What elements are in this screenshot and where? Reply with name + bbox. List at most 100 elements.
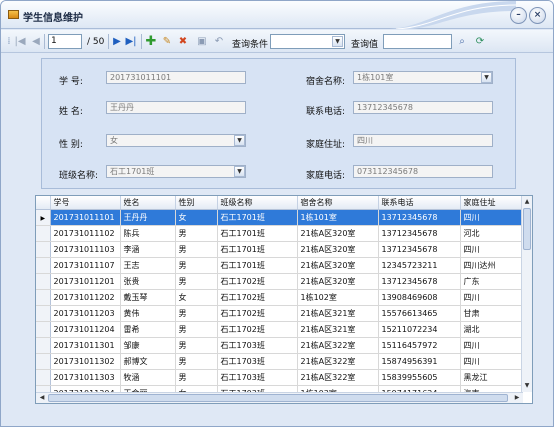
- table-cell[interactable]: 黑龙江: [460, 369, 523, 386]
- move-last-icon[interactable]: ▶|: [125, 35, 137, 48]
- table-cell[interactable]: 男: [175, 321, 218, 338]
- column-header[interactable]: 家庭住址: [460, 196, 523, 210]
- column-header[interactable]: 班级名称: [217, 196, 298, 210]
- row-header[interactable]: [36, 353, 51, 370]
- table-cell[interactable]: 21栋A区322室: [297, 353, 379, 370]
- table-row[interactable]: 201731011301 邹康男石工1703班 21栋A区322室 151164579…: [36, 337, 523, 354]
- table-cell[interactable]: 201731011101: [50, 209, 121, 226]
- table-row[interactable]: 201731011102 陈兵男石工1701班 21栋A区320室 137123456…: [36, 225, 523, 242]
- phone-field[interactable]: 13712345678: [353, 101, 493, 114]
- table-cell[interactable]: 12345723211: [378, 257, 461, 274]
- table-cell[interactable]: 广东: [460, 273, 523, 290]
- dorm-select[interactable]: 1栋101室 ▼: [353, 71, 493, 84]
- vertical-scroll-thumb[interactable]: [523, 208, 531, 250]
- name-field[interactable]: 王丹丹: [106, 101, 246, 114]
- table-row[interactable]: ▶ 201731011101 王丹丹女石工1701班 1栋101室 1371234567…: [36, 209, 523, 226]
- table-cell[interactable]: 15576613465: [378, 305, 461, 322]
- table-cell[interactable]: 21栋A区320室: [297, 273, 379, 290]
- search-icon[interactable]: ⌕: [456, 35, 468, 48]
- table-cell[interactable]: 黄伟: [120, 305, 176, 322]
- table-cell[interactable]: 河北: [460, 225, 523, 242]
- table-row[interactable]: 201731011203 黄伟男石工1702班 21栋A区321室 155766134…: [36, 305, 523, 322]
- row-header[interactable]: [36, 369, 51, 386]
- table-cell[interactable]: 石工1701班: [217, 241, 298, 258]
- table-cell[interactable]: 王志: [120, 257, 176, 274]
- gender-select[interactable]: 女 ▼: [106, 134, 246, 147]
- table-cell[interactable]: 男: [175, 273, 218, 290]
- table-cell[interactable]: 王丹丹: [120, 209, 176, 226]
- move-first-icon[interactable]: |◀: [14, 35, 26, 48]
- row-header[interactable]: ▶: [36, 209, 51, 226]
- table-cell[interactable]: 21栋A区322室: [297, 337, 379, 354]
- table-cell[interactable]: 13712345678: [378, 209, 461, 226]
- scroll-down-icon[interactable]: ▼: [522, 381, 532, 391]
- table-cell[interactable]: 15211072234: [378, 321, 461, 338]
- table-cell[interactable]: 男: [175, 225, 218, 242]
- table-cell[interactable]: 雷希: [120, 321, 176, 338]
- table-cell[interactable]: 石工1702班: [217, 289, 298, 306]
- edit-icon[interactable]: ✎: [161, 35, 173, 48]
- row-header[interactable]: [36, 225, 51, 242]
- table-cell[interactable]: 湖北: [460, 321, 523, 338]
- table-cell[interactable]: 戴玉琴: [120, 289, 176, 306]
- table-cell[interactable]: 石工1703班: [217, 369, 298, 386]
- table-cell[interactable]: 201731011201: [50, 273, 121, 290]
- row-header[interactable]: [36, 241, 51, 258]
- move-next-icon[interactable]: ▶: [112, 35, 122, 48]
- row-header[interactable]: [36, 321, 51, 338]
- query-value-input[interactable]: [383, 34, 452, 49]
- table-cell[interactable]: 201731011107: [50, 257, 121, 274]
- table-cell[interactable]: 21栋A区320室: [297, 225, 379, 242]
- table-cell[interactable]: 四川: [460, 289, 523, 306]
- move-previous-icon[interactable]: ◀: [31, 35, 41, 48]
- scroll-left-icon[interactable]: ◀: [37, 393, 47, 403]
- class-select[interactable]: 石工1701班 ▼: [106, 165, 246, 178]
- table-cell[interactable]: 石工1702班: [217, 321, 298, 338]
- table-cell[interactable]: 13712345678: [378, 241, 461, 258]
- table-cell[interactable]: 男: [175, 305, 218, 322]
- column-header[interactable]: 宿舍名称: [297, 196, 379, 210]
- table-cell[interactable]: 陈兵: [120, 225, 176, 242]
- table-cell[interactable]: 13908469608: [378, 289, 461, 306]
- table-cell[interactable]: 201731011301: [50, 337, 121, 354]
- table-cell[interactable]: 男: [175, 257, 218, 274]
- table-cell[interactable]: 21栋A区322室: [297, 369, 379, 386]
- table-cell[interactable]: 15839955605: [378, 369, 461, 386]
- table-cell[interactable]: 201731011103: [50, 241, 121, 258]
- home-phone-field[interactable]: 073112345678: [353, 165, 493, 178]
- vertical-scrollbar[interactable]: ▲ ▼: [521, 196, 532, 392]
- row-header[interactable]: [36, 305, 51, 322]
- table-cell[interactable]: 石工1703班: [217, 337, 298, 354]
- scroll-right-icon[interactable]: ▶: [512, 393, 522, 403]
- table-cell[interactable]: 201731011303: [50, 369, 121, 386]
- column-header[interactable]: 姓名: [120, 196, 176, 210]
- table-cell[interactable]: 甘肃: [460, 305, 523, 322]
- row-header[interactable]: [36, 337, 51, 354]
- table-cell[interactable]: 石工1703班: [217, 353, 298, 370]
- save-icon[interactable]: ▣: [196, 35, 208, 48]
- table-cell[interactable]: 四川: [460, 241, 523, 258]
- table-cell[interactable]: 张贵: [120, 273, 176, 290]
- table-row[interactable]: 201731011103 李涵男石工1701班 21栋A区320室 137123456…: [36, 241, 523, 258]
- student-data-grid[interactable]: 学号 姓名 性别 班级名称 宿舍名称 联系电话 家庭住址 ▶ 2017310111…: [35, 195, 533, 404]
- table-cell[interactable]: 男: [175, 353, 218, 370]
- table-cell[interactable]: 石工1702班: [217, 305, 298, 322]
- row-header[interactable]: [36, 289, 51, 306]
- table-cell[interactable]: 女: [175, 209, 218, 226]
- table-cell[interactable]: 15874956391: [378, 353, 461, 370]
- table-cell[interactable]: 15116457972: [378, 337, 461, 354]
- table-cell[interactable]: 1栋101室: [297, 209, 379, 226]
- column-header[interactable]: 联系电话: [378, 196, 461, 210]
- table-cell[interactable]: 石工1702班: [217, 273, 298, 290]
- table-cell[interactable]: 21栋A区320室: [297, 241, 379, 258]
- table-cell[interactable]: 四川: [460, 353, 523, 370]
- column-header[interactable]: 性别: [175, 196, 218, 210]
- table-cell[interactable]: 201731011203: [50, 305, 121, 322]
- table-cell[interactable]: 201731011204: [50, 321, 121, 338]
- table-cell[interactable]: 1栋102室: [297, 289, 379, 306]
- scroll-up-icon[interactable]: ▲: [522, 197, 532, 207]
- table-row[interactable]: 201731011201 张贵男石工1702班 21栋A区320室 137123456…: [36, 273, 523, 290]
- table-cell[interactable]: 21栋A区320室: [297, 257, 379, 274]
- row-header[interactable]: [36, 257, 51, 274]
- table-cell[interactable]: 女: [175, 289, 218, 306]
